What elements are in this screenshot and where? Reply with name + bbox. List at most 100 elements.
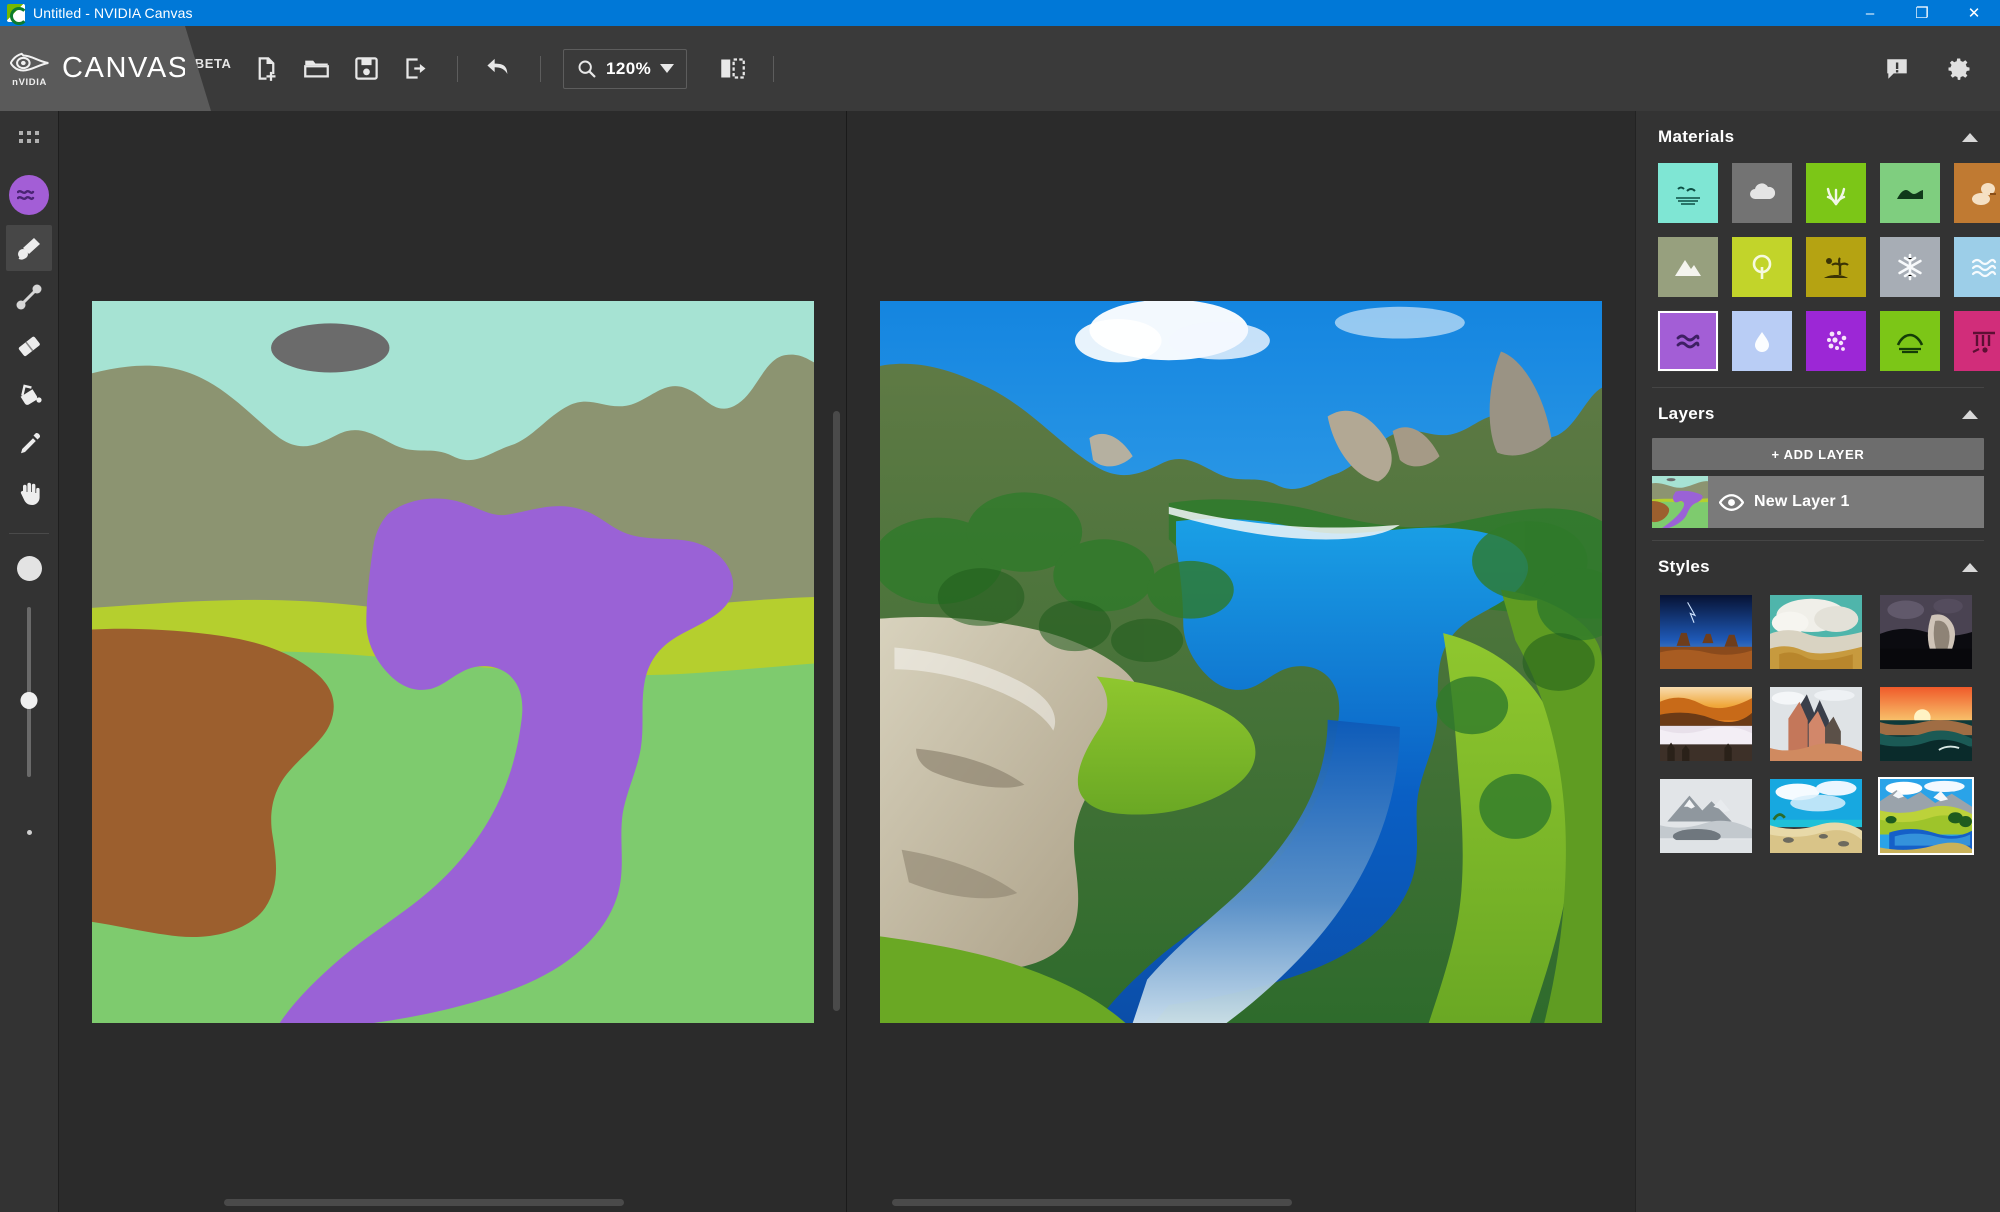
toolbar-divider-1	[457, 55, 458, 82]
water-drop-icon	[1755, 332, 1769, 352]
settings-button[interactable]	[1936, 46, 1982, 92]
style-thumb	[1660, 779, 1752, 853]
current-material-swatch[interactable]	[9, 175, 49, 215]
styles-header[interactable]: Styles	[1636, 541, 2000, 587]
add-layer-button[interactable]: + ADD LAYER	[1652, 438, 1984, 470]
chevron-up-icon[interactable]	[1962, 562, 1978, 572]
sketch-pane[interactable]	[59, 111, 847, 1212]
layer-row[interactable]: New Layer 1	[1652, 476, 1984, 528]
restore-button[interactable]: ❐	[1896, 0, 1948, 26]
brand-beta-badge: BETA	[194, 56, 232, 71]
bush-icon	[1896, 333, 1924, 354]
style-cumulus-rocks[interactable]	[1768, 593, 1864, 671]
ai-rendered-output[interactable]	[880, 300, 1602, 1023]
style-storm-mesa[interactable]	[1658, 593, 1754, 671]
pan-hand-tool[interactable]	[6, 470, 52, 516]
zoom-control[interactable]: 120%	[563, 48, 688, 89]
save-button[interactable]	[343, 46, 389, 92]
eraser-tool[interactable]	[6, 323, 52, 369]
style-thumb	[1880, 595, 1972, 669]
material-sky[interactable]	[1658, 163, 1718, 223]
layers-header[interactable]: Layers	[1636, 388, 2000, 434]
gear-icon	[1948, 58, 1970, 80]
sketch-horizontal-scrollbar[interactable]	[224, 1199, 624, 1206]
material-hill[interactable]	[1880, 163, 1940, 223]
material-flowers[interactable]	[1806, 311, 1866, 371]
chevron-up-icon[interactable]	[1962, 132, 1978, 142]
layers-title: Layers	[1658, 404, 1715, 423]
materials-grid	[1636, 157, 2000, 385]
close-button[interactable]: ✕	[1948, 0, 2000, 26]
water-waves-icon	[17, 189, 35, 201]
line-tool[interactable]	[6, 274, 52, 320]
grid-dots-icon	[19, 131, 39, 143]
material-sand[interactable]	[1954, 163, 2000, 223]
material-snow[interactable]	[1880, 237, 1940, 297]
save-disk-icon	[354, 57, 378, 80]
style-thumb	[1660, 595, 1752, 669]
toolbar-divider-2	[540, 55, 541, 82]
nvidia-wordmark: nVIDIA	[12, 77, 48, 87]
material-island[interactable]	[1806, 237, 1866, 297]
material-bush[interactable]	[1880, 311, 1940, 371]
split-view-toggle[interactable]	[709, 46, 755, 92]
canvas-area	[59, 111, 1635, 1212]
sketch-vertical-scrollbar[interactable]	[833, 411, 840, 1011]
feedback-button[interactable]	[1874, 46, 1920, 92]
material-sea[interactable]	[1954, 237, 2000, 297]
chevron-down-icon[interactable]	[660, 64, 675, 73]
export-button[interactable]	[393, 46, 439, 92]
materials-title: Materials	[1658, 127, 1735, 146]
sky-birds-icon	[1676, 186, 1700, 205]
material-grass[interactable]	[1806, 163, 1866, 223]
minimize-button[interactable]: –	[1844, 0, 1896, 26]
snowflake-icon	[1898, 253, 1922, 281]
styles-title: Styles	[1658, 557, 1710, 576]
render-pane[interactable]	[847, 111, 1635, 1212]
paint-bucket-tool[interactable]	[6, 372, 52, 418]
style-golden-fog[interactable]	[1658, 685, 1754, 763]
brush-tool[interactable]	[6, 225, 52, 271]
material-tree[interactable]	[1732, 237, 1792, 297]
material-ruins[interactable]	[1954, 311, 2000, 371]
chevron-up-icon[interactable]	[1962, 409, 1978, 419]
undo-button[interactable]	[476, 46, 522, 92]
grid-dots-button[interactable]	[6, 118, 52, 164]
style-alpine-lake[interactable]	[1878, 777, 1974, 855]
window-title: Untitled - NVIDIA Canvas	[33, 5, 193, 21]
brush-size-thumb[interactable]	[20, 692, 38, 709]
material-cloud[interactable]	[1732, 163, 1792, 223]
brush-size-slider[interactable]	[20, 607, 38, 777]
eraser-icon	[18, 336, 40, 357]
style-blue-beach[interactable]	[1768, 777, 1864, 855]
style-ocean-sunset[interactable]	[1878, 685, 1974, 763]
render-horizontal-scrollbar[interactable]	[892, 1199, 1292, 1206]
brand-block: nVIDIA CANVAS BETA	[0, 26, 231, 111]
water-waves-icon	[1676, 334, 1700, 349]
style-night-cave[interactable]	[1878, 593, 1974, 671]
brand-canvas-text: CANVAS	[62, 52, 189, 84]
style-red-cliffs[interactable]	[1768, 685, 1864, 763]
materials-header[interactable]: Materials	[1636, 111, 2000, 157]
sand-rock-icon	[1972, 183, 1996, 205]
right-panel: Materials Layers + ADD LAYER New Layer 1…	[1635, 111, 2000, 1212]
hand-icon	[20, 482, 40, 505]
material-fog[interactable]	[1732, 311, 1792, 371]
layer-visibility-toggle[interactable]	[1708, 490, 1754, 515]
cloud-icon	[1750, 183, 1776, 199]
material-mountain[interactable]	[1658, 237, 1718, 297]
export-icon	[405, 58, 425, 79]
split-panel-icon	[720, 58, 745, 79]
eyedropper-tool[interactable]	[6, 421, 52, 467]
toolbar-divider-3	[773, 55, 775, 82]
tool-rail	[0, 111, 59, 1212]
layer-name: New Layer 1	[1754, 493, 1850, 510]
segmentation-sketch[interactable]	[91, 300, 814, 1023]
material-water[interactable]	[1657, 310, 1719, 372]
new-document-button[interactable]	[243, 46, 289, 92]
open-file-button[interactable]	[293, 46, 339, 92]
mountain-icon	[1675, 260, 1701, 276]
style-misty-mountains[interactable]	[1658, 777, 1754, 855]
zoom-value: 120%	[606, 58, 652, 78]
rail-divider	[9, 533, 49, 534]
